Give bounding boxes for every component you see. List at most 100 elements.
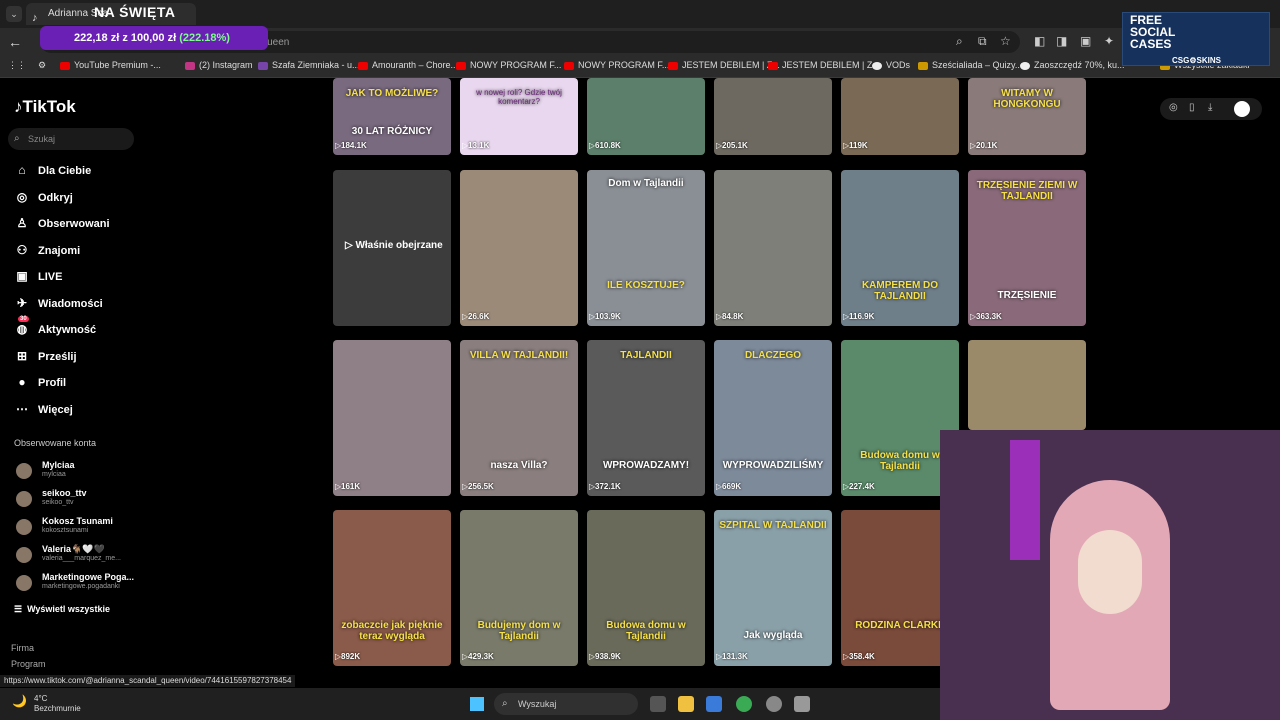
list-icon: ☰ — [14, 604, 28, 614]
tiktok-logo[interactable]: ♪TikTok — [14, 97, 76, 117]
bookmark-item[interactable]: (2) Instagram — [185, 60, 253, 70]
windows-start-icon[interactable] — [470, 697, 484, 711]
bookmark-item[interactable]: Amouranth – Chore... — [358, 60, 458, 70]
settings-icon[interactable]: ⚙ — [38, 60, 46, 71]
twitch-icon — [258, 61, 268, 70]
search-icon: ⌕ — [502, 698, 508, 709]
video-thumbnail[interactable]: KAMPEREM DO TAJLANDII ▷ 116.9K — [841, 170, 959, 326]
menu-item[interactable]: ♙ Obserwowani — [14, 216, 110, 236]
footer-link[interactable]: Firma — [11, 643, 34, 653]
footer-link[interactable]: Program — [11, 659, 46, 669]
video-thumbnail[interactable]: Budujemy dom w Tajlandii ▷ 429.3K — [460, 510, 578, 666]
youtube-icon — [768, 61, 778, 70]
taskbar-search[interactable]: ⌕ Wyszukaj — [494, 693, 638, 715]
menu-item[interactable]: ⚇ Znajomi — [14, 243, 81, 263]
view-count: 103.9K — [595, 312, 621, 321]
view-count: 372.1K — [595, 482, 621, 491]
menu-label: Dla Ciebie — [38, 165, 92, 177]
video-caption: Budowa domu w Tajlandii — [606, 620, 686, 642]
tab-search-icon[interactable]: ⌄ — [6, 6, 22, 22]
video-thumbnail[interactable]: ▷ 205.1K — [714, 78, 832, 155]
video-thumbnail[interactable]: ▷ 26.6K — [460, 170, 578, 326]
zoom-icon[interactable]: ⌕ — [956, 34, 963, 49]
messages-icon: ✈ — [16, 295, 28, 310]
settings-icon[interactable] — [794, 696, 810, 712]
video-caption-secondary: WPROWADZAMY! — [602, 460, 690, 471]
account-handle: kokosztsunami — [42, 527, 89, 534]
youtube-icon — [358, 61, 368, 70]
video-thumbnail[interactable]: TRZĘSIENIE ZIEMI W TAJLANDII TRZĘSIENIE ▷ … — [968, 170, 1086, 326]
bookmark-item[interactable]: NOWY PROGRAM F... — [564, 60, 669, 70]
video-thumbnail[interactable]: Dom w Tajlandii ILE KOSZTUJE? ▷ 103.9K — [587, 170, 705, 326]
tiktok-tab-icon: ♪ — [32, 12, 38, 24]
menu-item[interactable]: ⌂ Dla Ciebie — [14, 163, 91, 183]
home-icon: ⌂ — [18, 163, 26, 177]
video-thumbnail[interactable]: SZPITAL W TAJLANDII Jak wygląda ▷ 131.3K — [714, 510, 832, 666]
view-count: 116.9K — [849, 312, 875, 321]
compass-icon[interactable]: ◎ — [1169, 102, 1178, 113]
chrome-icon[interactable] — [736, 696, 752, 712]
video-thumbnail[interactable]: w nowej roli? Gdzie twój komentarz? ▷ 13.… — [460, 78, 578, 155]
bookmark-item[interactable]: VODs — [872, 60, 910, 70]
install-icon[interactable]: ⧉ — [978, 34, 987, 49]
bookmark-item[interactable]: YouTube Premium -... — [60, 60, 161, 70]
menu-label: Obserwowani — [38, 218, 110, 230]
extension-icon[interactable]: ◨ — [1056, 34, 1067, 48]
back-icon[interactable]: ← — [8, 34, 22, 50]
obs-icon[interactable] — [766, 696, 782, 712]
task-view-icon[interactable] — [650, 696, 666, 712]
menu-item[interactable]: ⋯ Więcej — [14, 402, 73, 422]
video-caption-top: Dom w Tajlandii — [608, 178, 684, 189]
avatar[interactable] — [1234, 101, 1250, 117]
star-icon[interactable]: ☆ — [1000, 34, 1011, 48]
extension-icon[interactable]: ▣ — [1080, 34, 1091, 48]
video-caption: w nowej roli? Gdzie twój komentarz? — [476, 88, 562, 106]
store-icon[interactable] — [706, 696, 722, 712]
video-thumbnail[interactable]: JAK TO MOŻLIWE? 30 LAT RÓŻNICY ▷ 184.1K — [333, 78, 451, 155]
moon-icon[interactable]: 🌙 — [12, 694, 27, 708]
apps-icon[interactable]: ⋮⋮ — [8, 60, 26, 71]
bookmark-item[interactable]: Szafa Ziemniaka - u... — [258, 60, 360, 70]
bookmark-item[interactable]: JESTEM DEBILEM | Z... — [668, 60, 780, 70]
menu-item[interactable]: ◎ Odkryj — [14, 190, 73, 210]
bookmark-item[interactable]: NOWY PROGRAM F... — [456, 60, 561, 70]
video-thumbnail[interactable]: TAJLANDII WPROWADZAMY! ▷ 372.1K — [587, 340, 705, 496]
download-icon[interactable]: ⤓ — [1208, 102, 1212, 113]
view-count: 358.4K — [849, 652, 875, 661]
video-caption: zobaczcie jak pięknie teraz wygląda — [341, 620, 443, 642]
extension-icon[interactable]: ✦ — [1104, 34, 1114, 48]
video-thumbnail[interactable]: ▷ 119K — [841, 78, 959, 155]
video-thumbnail[interactable]: ▷ 161K — [333, 340, 451, 496]
menu-item[interactable]: ▣ LIVE — [14, 269, 62, 289]
bookmark-item[interactable]: Zaoszczędź 70%, ku... — [1020, 60, 1125, 70]
video-thumbnail[interactable]: WITAMY W HONGKONGU ▷ 20.1K — [968, 78, 1086, 155]
video-caption: TAJLANDII — [620, 350, 672, 361]
menu-item[interactable]: ✈ Wiadomości — [14, 296, 103, 316]
video-caption-secondary: nasza Villa? — [490, 460, 548, 471]
video-thumbnail[interactable]: ▷ 84.8K — [714, 170, 832, 326]
youtube-icon — [456, 61, 466, 70]
avatar — [16, 491, 32, 507]
video-thumbnail[interactable]: VILLA W TAJLANDII! nasza Villa? ▷ 256.5K — [460, 340, 578, 496]
video-thumbnail[interactable]: Budowa domu w Tajlandii ▷ 938.9K — [587, 510, 705, 666]
menu-item[interactable]: ⊞ Prześlij — [14, 349, 77, 369]
view-all-link[interactable]: ☰ Wyświetl wszystkie — [14, 604, 110, 615]
video-thumbnail[interactable]: ▷ 610.8K — [587, 78, 705, 155]
file-explorer-icon[interactable] — [678, 696, 694, 712]
avatar — [16, 463, 32, 479]
video-thumbnail[interactable] — [968, 340, 1086, 430]
search-input[interactable]: ⌕ Szukaj — [8, 128, 134, 150]
bookmark-item[interactable]: Sześcialiada – Quizy... — [918, 60, 1022, 70]
bookmark-label: JESTEM DEBILEM | Z... — [782, 60, 880, 70]
phone-icon[interactable]: ▯ — [1189, 102, 1195, 113]
donation-percent: (222.18%) — [179, 32, 230, 44]
video-thumbnail[interactable]: zobaczcie jak pięknie teraz wygląda ▷ 892… — [333, 510, 451, 666]
menu-item[interactable]: ◍ 30 Aktywność — [14, 316, 96, 342]
menu-item[interactable]: ● Profil — [14, 375, 66, 395]
video-thumbnail[interactable]: DLACZEGO WYPROWADZILIŚMY ▷ 669K — [714, 340, 832, 496]
taskbar-search-placeholder: Wyszukaj — [518, 699, 557, 709]
bookmark-item[interactable]: JESTEM DEBILEM | Z... — [768, 60, 880, 70]
extension-icon[interactable]: ◧ — [1034, 34, 1045, 48]
video-thumbnail[interactable]: ▷ Właśnie obejrzane — [333, 170, 451, 326]
more-icon: ⋯ — [16, 401, 28, 416]
